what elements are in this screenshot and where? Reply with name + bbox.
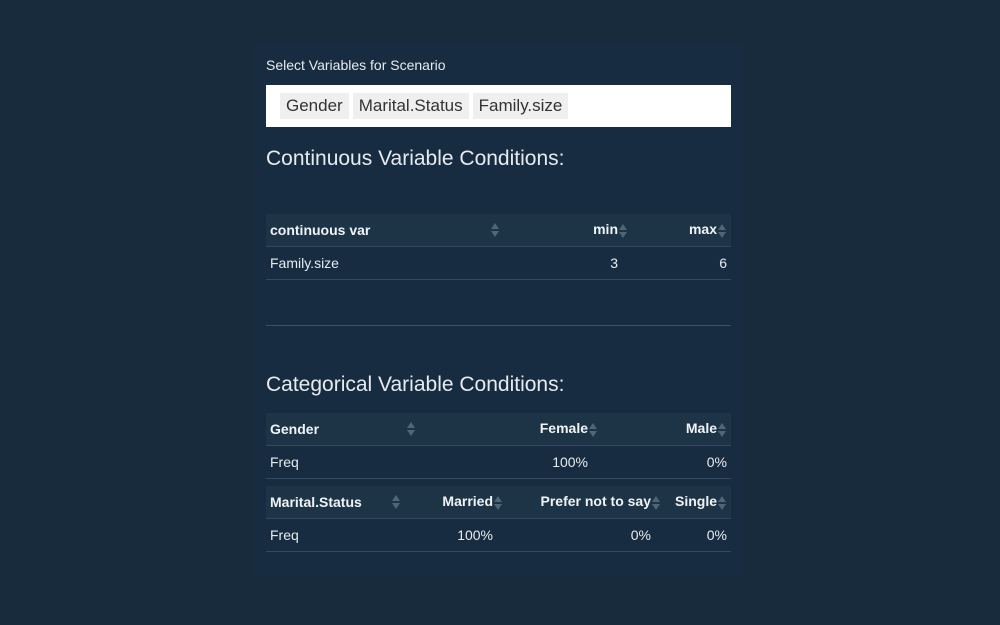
column-header-gender[interactable]: Gender	[266, 413, 424, 446]
column-header-single[interactable]: Single	[665, 486, 731, 519]
table-header-row: Marital.Status Married Prefer not to say…	[266, 486, 731, 519]
table-header-row: Gender Female Male	[266, 413, 731, 446]
cell-label: Freq	[266, 445, 424, 479]
select-variables-label: Select Variables for Scenario	[266, 57, 446, 73]
cell-variable: Family.size	[266, 246, 524, 280]
variable-multiselect[interactable]: Gender Marital.Status Family.size	[266, 85, 731, 127]
table-row: Freq 100% 0%	[266, 445, 731, 479]
column-header-max[interactable]: max	[632, 214, 731, 247]
column-header-continuous-var[interactable]: continuous var	[266, 214, 524, 247]
cell-married: 100%	[409, 518, 507, 552]
column-header-married[interactable]: Married	[409, 486, 507, 519]
sort-icon[interactable]	[718, 223, 727, 239]
sort-icon[interactable]	[407, 421, 416, 437]
categorical-heading: Categorical Variable Conditions:	[266, 373, 565, 396]
table-row: Family.size 3 6	[266, 246, 731, 280]
cell-female: 100%	[424, 445, 602, 479]
sort-icon[interactable]	[652, 495, 661, 511]
sort-icon[interactable]	[718, 495, 727, 511]
selected-chip-family-size[interactable]: Family.size	[472, 93, 569, 119]
sort-icon[interactable]	[494, 495, 503, 511]
scenario-panel: Select Variables for Scenario Gender Mar…	[254, 44, 743, 576]
column-header-female[interactable]: Female	[424, 413, 602, 446]
sort-icon[interactable]	[491, 222, 500, 238]
table-header-row: continuous var min max	[266, 214, 731, 247]
sort-icon[interactable]	[619, 223, 628, 239]
cell-male: 0%	[602, 445, 731, 479]
column-header-male[interactable]: Male	[602, 413, 731, 446]
gender-table: Gender Female Male Freq 100% 0%	[266, 413, 731, 479]
cell-single: 0%	[665, 518, 731, 552]
selected-chip-marital-status[interactable]: Marital.Status	[352, 93, 469, 119]
sort-icon[interactable]	[718, 422, 727, 438]
continuous-heading: Continuous Variable Conditions:	[266, 147, 565, 170]
column-header-prefer-not-to-say[interactable]: Prefer not to say	[507, 486, 665, 519]
column-header-min[interactable]: min	[524, 214, 632, 247]
cell-prefer-not-to-say: 0%	[507, 518, 665, 552]
cell-min: 3	[524, 246, 632, 280]
column-header-marital-status[interactable]: Marital.Status	[266, 486, 409, 519]
sort-icon[interactable]	[392, 494, 401, 510]
continuous-table: continuous var min max Family.size 3 6	[266, 214, 731, 280]
section-divider	[266, 325, 731, 326]
table-row: Freq 100% 0% 0%	[266, 518, 731, 552]
marital-status-table: Marital.Status Married Prefer not to say…	[266, 486, 731, 552]
cell-label: Freq	[266, 518, 409, 552]
sort-icon[interactable]	[589, 422, 598, 438]
selected-chip-gender[interactable]: Gender	[280, 93, 349, 119]
cell-max: 6	[632, 246, 731, 280]
